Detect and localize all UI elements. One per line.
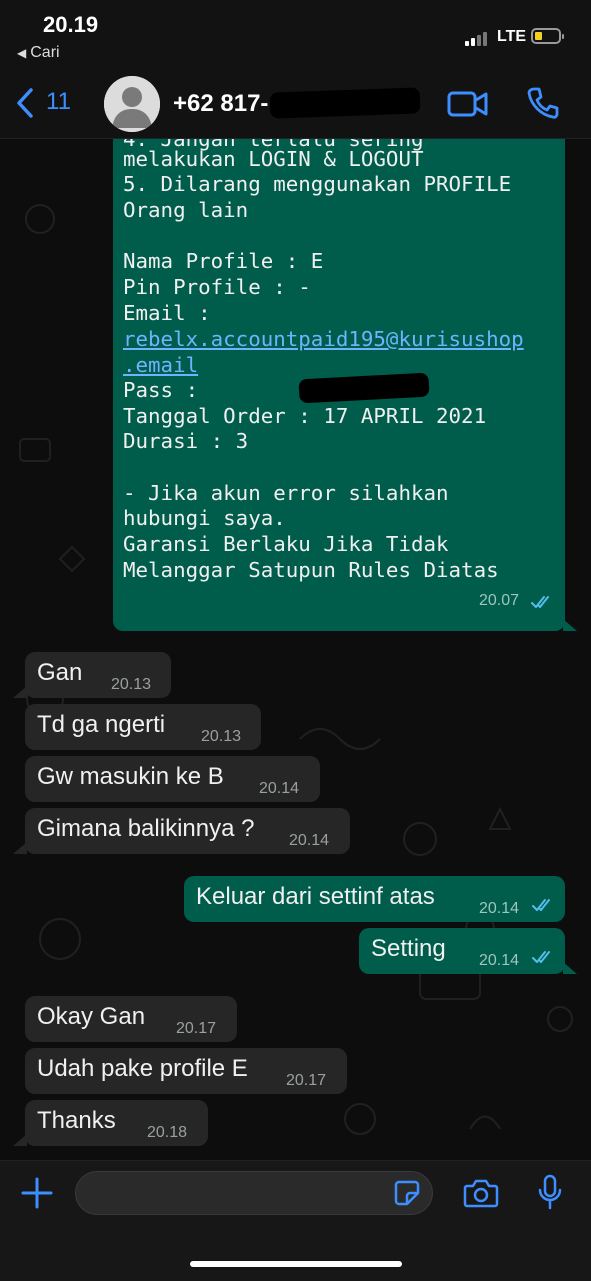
message-line: Email : (123, 301, 211, 325)
message-text: Okay Gan (37, 1003, 146, 1030)
chat-header: 11 +62 817- (0, 70, 591, 139)
bubble-tail (563, 619, 577, 631)
message-bubble-outgoing[interactable]: Setting 20.14 (359, 928, 565, 974)
message-time: 20.14 (259, 780, 300, 797)
status-bar: 20.19 ◀ Cari LTE (0, 0, 591, 70)
message-bubble-incoming[interactable]: Udah pake profile E 20.17 (25, 1048, 347, 1094)
back-app-label: Cari (30, 44, 60, 61)
message-line: 5. Dilarang menggunakan PROFILE (123, 172, 512, 196)
back-button[interactable]: 11 (14, 84, 74, 120)
message-text: Setting (371, 935, 446, 962)
back-triangle-icon: ◀ (17, 46, 27, 60)
message-time: 20.14 (289, 832, 330, 849)
email-link[interactable]: rebelx.accountpaid195@kurisushop (123, 327, 524, 353)
message-time: 20.13 (111, 676, 152, 693)
message-bubble-incoming[interactable]: Okay Gan 20.17 (25, 996, 237, 1042)
message-bubble-incoming[interactable]: Gimana balikinnya ? 20.14 (25, 808, 350, 854)
message-text: Gw masukin ke B (37, 763, 224, 790)
chat-area[interactable]: 4. Jangan terlalu sering melakukan LOGIN… (0, 139, 591, 1160)
redaction-mark (298, 372, 430, 404)
default-avatar-icon (104, 76, 160, 132)
message-line: hubungi saya. (123, 506, 286, 530)
message-input[interactable] (75, 1171, 433, 1215)
message-line: Tanggal Order : 17 APRIL 2021 (123, 404, 487, 428)
status-time: 20.19 (43, 12, 99, 37)
message-time: 20.07 (479, 592, 520, 609)
message-bubble-incoming[interactable]: Thanks 20.18 (25, 1100, 208, 1146)
message-text: Keluar dari settinf atas (196, 883, 435, 910)
message-line: melakukan LOGIN & LOGOUT (123, 147, 424, 171)
read-ticks-icon (531, 596, 549, 608)
message-bubble-outgoing[interactable]: 4. Jangan terlalu sering melakukan LOGIN… (113, 139, 565, 631)
message-text: Udah pake profile E (37, 1055, 248, 1082)
message-line: Pass : (123, 378, 199, 402)
network-label: LTE (497, 28, 527, 45)
voice-call-button[interactable] (526, 86, 560, 120)
mic-icon (538, 1174, 562, 1210)
message-line: Orang lain (123, 198, 249, 222)
battery-icon (531, 28, 564, 44)
message-line: Nama Profile : E (123, 249, 324, 273)
message-line: Pin Profile : - (123, 275, 311, 299)
email-link-continued[interactable]: .email (123, 353, 198, 379)
message-line: - Jika akun error silahkan (123, 481, 449, 505)
message-text: Td ga ngerti (37, 711, 166, 738)
redaction-mark (269, 87, 421, 119)
message-text: Gan (37, 659, 83, 686)
video-icon (447, 91, 488, 117)
message-line: Durasi : 3 (123, 429, 249, 453)
bubble-tail (13, 842, 27, 854)
back-to-app-link[interactable]: ◀ Cari (17, 44, 60, 62)
home-indicator (190, 1261, 402, 1267)
message-line: Melanggar Satupun Rules Diatas (123, 558, 499, 582)
read-ticks-icon (532, 951, 550, 963)
message-text: Gimana balikinnya ? (37, 815, 255, 842)
message-text: Thanks (37, 1107, 116, 1134)
compose-bar (0, 1160, 591, 1281)
message-bubble-incoming[interactable]: Gan 20.13 (25, 652, 171, 698)
voice-message-button[interactable] (537, 1174, 563, 1212)
avatar[interactable] (104, 76, 160, 132)
message-time: 20.13 (201, 728, 242, 745)
plus-icon (21, 1177, 53, 1209)
message-time: 20.18 (147, 1124, 188, 1141)
message-time: 20.14 (479, 952, 520, 969)
message-line: Garansi Berlaku Jika Tidak (123, 532, 449, 556)
bubble-tail (563, 962, 577, 974)
video-call-button[interactable] (447, 90, 489, 118)
message-bubble-incoming[interactable]: Td ga ngerti 20.13 (25, 704, 261, 750)
bubble-tail (13, 686, 27, 698)
sticker-icon (394, 1180, 420, 1206)
message-time: 20.17 (176, 1020, 217, 1037)
message-time: 20.17 (286, 1072, 327, 1089)
message-bubble-outgoing[interactable]: Keluar dari settinf atas 20.14 (184, 876, 565, 922)
sticker-button[interactable] (393, 1179, 421, 1207)
unread-count: 11 (46, 88, 71, 115)
phone-icon (527, 87, 559, 119)
bubble-tail (13, 1134, 27, 1146)
chevron-left-icon (17, 88, 33, 118)
contact-name[interactable]: +62 817- (173, 90, 268, 118)
signal-icon (465, 30, 491, 46)
read-ticks-icon (532, 899, 550, 911)
attach-button[interactable] (20, 1176, 54, 1210)
message-time: 20.14 (479, 900, 520, 917)
camera-button[interactable] (463, 1178, 499, 1208)
message-bubble-incoming[interactable]: Gw masukin ke B 20.14 (25, 756, 320, 802)
camera-icon (463, 1179, 499, 1208)
